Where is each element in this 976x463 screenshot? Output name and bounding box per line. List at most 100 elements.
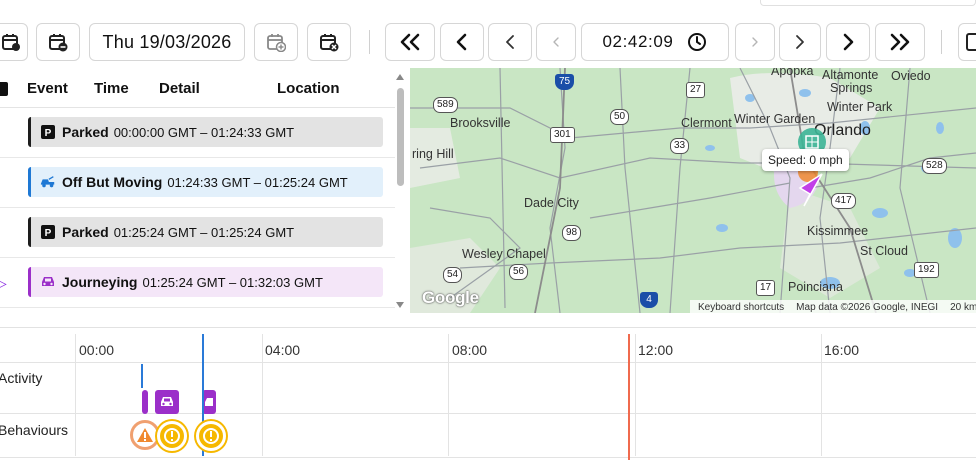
export-button[interactable]: [958, 23, 976, 61]
timeline-tick-label: 16:00: [824, 342, 860, 358]
car-icon: [40, 274, 56, 290]
behaviour-badge-alert[interactable]: [196, 421, 226, 451]
skip-to-start-button[interactable]: [385, 23, 435, 61]
timeline-row-separator: [0, 457, 976, 458]
map-label-kissimmee: Kissimmee: [807, 224, 869, 238]
road-shield: 417: [831, 193, 856, 209]
parked-icon: P: [40, 124, 56, 140]
event-time-range: 00:00:00 GMT – 01:24:33 GMT: [113, 124, 295, 140]
step-forward-button[interactable]: [779, 23, 821, 61]
map-label-springs: Springs: [830, 81, 873, 95]
column-header-location[interactable]: Location: [277, 80, 340, 97]
activity-chip-journeying[interactable]: [142, 390, 148, 414]
panel-divider[interactable]: [0, 327, 976, 328]
event-list-scrollbar[interactable]: [395, 68, 407, 313]
event-card-journeying[interactable]: Journeying 01:25:24 GMT – 01:32:03 GMT: [28, 267, 383, 297]
interstate-shield: 75: [555, 74, 575, 90]
us-route-shield: 17: [756, 280, 776, 296]
timeline-tick-label: 04:00: [265, 342, 301, 358]
event-list: Event Time Detail Location P Parked 00:0…: [0, 68, 408, 313]
road-shield: 589: [433, 97, 458, 113]
step-back-button[interactable]: [488, 23, 532, 61]
event-row[interactable]: P Parked 01:25:24 GMT – 01:25:24 GMT: [0, 208, 395, 258]
timeline-row-separator: [0, 362, 976, 363]
previous-event-button[interactable]: [440, 23, 484, 61]
map-label-altamonte: Altamonte: [822, 68, 879, 82]
toolbar-separator: [369, 30, 370, 54]
timeline-tick-label: 00:00: [79, 342, 115, 358]
time-picker[interactable]: 02:42:09: [581, 23, 729, 61]
map-data-attribution: Map data ©2026 Google, INEGI: [796, 301, 939, 313]
us-route-shield: 27: [686, 82, 706, 98]
timeline-gridline: [75, 334, 76, 456]
map-scale[interactable]: 20 km: [950, 302, 976, 313]
calendar-add-button[interactable]: [254, 23, 298, 61]
map-label-oviedo: Oviedo: [891, 69, 931, 83]
event-card-parked[interactable]: P Parked 01:25:24 GMT – 01:25:24 GMT: [28, 217, 383, 247]
next-event-button[interactable]: [826, 23, 870, 61]
column-header-detail[interactable]: Detail: [159, 80, 200, 97]
event-card-off-but-moving[interactable]: Off But Moving 01:24:33 GMT – 01:25:24 G…: [28, 167, 383, 197]
timeline-row-label-activity: Activity: [0, 370, 43, 386]
timeline-gridline: [262, 334, 263, 456]
event-row[interactable]: Off But Moving 01:24:33 GMT – 01:25:24 G…: [0, 158, 395, 208]
scrollbar-thumb[interactable]: [397, 88, 404, 186]
chevron-left-small-icon: [506, 35, 514, 49]
warning-triangle-icon: [137, 428, 153, 442]
expand-all-icon[interactable]: [0, 82, 8, 96]
map-label-st-cloud: St Cloud: [860, 244, 908, 258]
step-back-fine-button[interactable]: [536, 23, 576, 61]
interstate-shield: 4: [640, 292, 658, 308]
calendar-clear-button[interactable]: [307, 23, 351, 61]
svg-text:P: P: [45, 128, 52, 139]
event-card-parked[interactable]: P Parked 00:00:00 GMT – 01:24:33 GMT: [28, 117, 383, 147]
map-label-spring-hill: ring Hill: [412, 147, 454, 161]
map-label-apopka: Apopka: [771, 68, 814, 78]
date-picker[interactable]: Thu 19/03/2026: [89, 23, 245, 61]
event-row[interactable]: P Parked 00:00:00 GMT – 01:24:33 GMT: [0, 108, 395, 158]
timeline-gridline: [635, 334, 636, 456]
event-time-range: 01:25:24 GMT – 01:25:24 GMT: [113, 224, 295, 240]
activity-marker-off-moving[interactable]: [141, 364, 143, 388]
calendar-x-icon: [320, 34, 339, 52]
map-label-brooksville: Brooksville: [450, 116, 511, 130]
road-shield: 50: [610, 109, 630, 125]
activity-chip-journeying[interactable]: [155, 390, 179, 414]
alert-icon: [203, 428, 219, 444]
event-row[interactable]: ▷ Journeying 01:25:24 GMT – 01:32:03 GMT: [0, 258, 395, 308]
event-name: Parked: [62, 124, 109, 140]
calendar-minus-icon: [49, 34, 68, 52]
us-route-shield: 192: [914, 262, 939, 278]
map-label-poinciana: Poinciana: [788, 280, 843, 294]
selected-date: Thu 19/03/2026: [102, 31, 232, 52]
tow-truck-icon: [40, 174, 56, 190]
map-view[interactable]: Apopka Altamonte Springs Oviedo Winter P…: [410, 68, 976, 313]
scroll-up-icon[interactable]: [396, 74, 404, 80]
event-list-header: Event Time Detail Location: [0, 68, 395, 108]
keyboard-shortcuts-link[interactable]: Keyboard shortcuts: [698, 302, 784, 313]
document-icon: [966, 33, 976, 51]
step-forward-fine-button[interactable]: [735, 23, 775, 61]
timeline-tick-label: 12:00: [638, 342, 674, 358]
timeline-gridline: [448, 334, 449, 456]
behaviour-badge-alert[interactable]: [157, 421, 187, 451]
map-label-wesley-chapel: Wesley Chapel: [462, 247, 546, 261]
event-time-range: 01:24:33 GMT – 01:25:24 GMT: [167, 174, 348, 190]
timeline-tick-label: 08:00: [452, 342, 488, 358]
playback-toolbar: Thu 19/03/2026 02:42:09: [0, 0, 976, 68]
map-label-clermont: Clermont: [681, 116, 732, 130]
skip-to-end-button[interactable]: [875, 23, 925, 61]
car-icon: [205, 398, 213, 406]
scroll-down-icon[interactable]: [396, 302, 404, 308]
current-time: 02:42:09: [602, 32, 674, 51]
column-header-time[interactable]: Time: [94, 80, 129, 97]
parked-icon: P: [40, 224, 56, 240]
activity-chip-journeying[interactable]: [202, 390, 216, 414]
behaviour-badge-warning[interactable]: [130, 420, 160, 450]
chevron-right-small-icon: [796, 35, 804, 49]
activity-timeline[interactable]: 00:00 04:00 08:00 12:00 16:00 Activity B…: [0, 334, 976, 463]
calendar-remove-button[interactable]: [36, 23, 80, 61]
column-header-event[interactable]: Event: [27, 80, 68, 97]
calendar-next-button[interactable]: [0, 23, 28, 61]
event-row[interactable]: [0, 308, 395, 313]
